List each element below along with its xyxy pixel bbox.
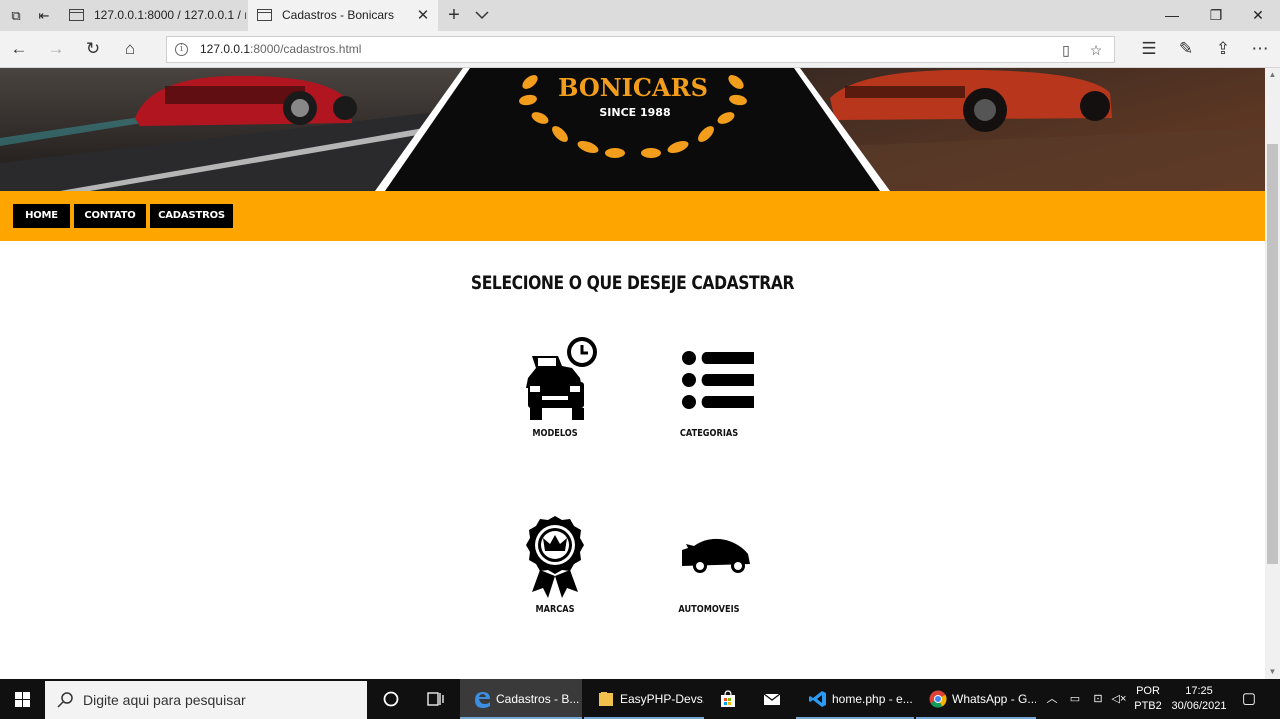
nav-home[interactable]: HOME [13,204,70,228]
taskbar-app-edge[interactable]: Cadastros - B... [460,679,582,719]
vscode-icon [809,691,826,707]
card-automoveis[interactable]: AUTOMOVEIS [649,514,769,615]
page-viewport: BONICARS SINCE 1988 HOME CONTATO CADASTR… [0,68,1265,679]
new-tab-icon[interactable]: + [443,2,465,28]
card-label: AUTOMOVEIS [678,604,740,615]
set-aside-tabs-icon[interactable]: ⇤ [34,6,54,26]
taskbar-search-input[interactable]: Digite aqui para pesquisar [45,681,367,719]
browser-nav-bar: ← → ↻ ⌂ i 127.0.0.1:8000/cadastros.html … [0,31,1280,68]
scroll-up-icon[interactable]: ▲ [1265,68,1280,82]
clock-time: 17:25 [1185,685,1213,697]
tray-chevron-up-icon[interactable]: ︿ [1042,679,1062,719]
card-categorias[interactable]: CATEGORIAS [649,336,769,439]
refresh-icon[interactable]: ↻ [81,38,105,60]
chrome-icon [929,690,947,708]
page-icon [257,9,272,21]
language-code: POR [1136,685,1160,697]
share-icon[interactable]: ⇪ [1211,38,1235,60]
cortana-button[interactable] [370,679,412,719]
volume-icon[interactable]: ◁× [1108,679,1130,719]
page-title: SELECIONE O QUE DESEJE CADASTRAR [470,272,795,294]
clock-date: 30/06/2021 [1171,700,1227,712]
back-icon[interactable]: ← [7,38,31,60]
badge-crown-icon [526,516,584,598]
app-label: EasyPHP-Devs... [620,692,704,706]
page-scrollbar[interactable]: ▲ ▼ [1265,68,1280,679]
card-label: MARCAS [535,604,575,615]
pen-icon[interactable]: ✎ [1174,38,1198,60]
clock[interactable]: 17:25 30/06/2021 [1166,679,1232,719]
brand-name: BONICARS [558,73,708,102]
taskbar-app-explorer[interactable]: EasyPHP-Devs... [584,679,704,719]
taskbar-app-mail[interactable] [750,679,794,719]
keyboard-layout: PTB2 [1134,700,1162,712]
url-text: 127.0.0.1:8000/cadastros.html [200,42,362,56]
edge-icon [475,692,490,708]
tab-phpmyadmin[interactable]: 127.0.0.1:8000 / 127.0.0.1 / ı [60,0,246,31]
browser-tab-bar: ⧉ ⇤ 127.0.0.1:8000 / 127.0.0.1 / ı Cadas… [0,0,1280,31]
taskbar-app-vscode[interactable]: home.php - e... [796,679,914,719]
more-icon[interactable]: ⋯ [1248,38,1272,60]
card-modelos[interactable]: MODELOS [495,336,615,439]
address-bar[interactable]: i 127.0.0.1:8000/cadastros.html ▯ ☆ [166,36,1115,63]
nav-contato[interactable]: CONTATO [74,204,146,228]
language-indicator[interactable]: POR PTB2 [1132,679,1164,719]
main-nav: HOME CONTATO CADASTROS [0,191,1265,241]
search-icon [57,692,73,708]
reading-view-icon[interactable]: ▯ [1057,41,1075,59]
mail-icon [763,693,781,705]
folder-icon [599,692,613,706]
card-marcas[interactable]: MARCAS [495,514,615,615]
card-label: CATEGORIAS [679,428,739,439]
tab-actions-icon[interactable]: ⧉ [6,6,26,26]
app-label: WhatsApp - G... [952,692,1036,706]
brand-since: SINCE 1988 [599,106,670,119]
sports-car-icon [682,538,750,573]
page-icon [69,9,84,21]
taskbar-app-chrome[interactable]: WhatsApp - G... [916,679,1036,719]
search-placeholder: Digite aqui para pesquisar [83,692,246,708]
minimize-icon[interactable]: — [1150,0,1194,31]
car-clock-icon [526,336,599,420]
chevron-down-icon[interactable] [472,4,492,26]
tab-title: Cadastros - Bonicars [282,8,395,22]
task-view-button[interactable] [414,679,456,719]
windows-start-icon[interactable] [0,679,45,719]
app-label: home.php - e... [832,692,913,706]
banner-art: BONICARS SINCE 1988 [0,68,1265,191]
hero-banner: BONICARS SINCE 1988 [0,68,1265,191]
tab-cadastros[interactable]: Cadastros - Bonicars ✕ [248,0,438,31]
cortana-circle-icon [383,691,399,707]
close-window-icon[interactable]: ✕ [1236,0,1280,31]
home-icon[interactable]: ⌂ [118,38,142,60]
card-label: MODELOS [532,428,578,439]
info-icon[interactable]: i [175,43,188,56]
scroll-down-icon[interactable]: ▼ [1265,665,1280,679]
network-icon[interactable]: ⊡ [1088,679,1108,719]
notifications-icon[interactable]: ▢ [1236,679,1262,719]
windows-taskbar: Digite aqui para pesquisar Cadastros - B… [0,679,1280,719]
favorites-list-icon[interactable]: ☰ [1137,38,1161,60]
forward-icon[interactable]: → [44,38,68,60]
tab-title: 127.0.0.1:8000 / 127.0.0.1 / ı [94,8,246,22]
taskbar-app-store[interactable] [706,679,750,719]
nav-cadastros[interactable]: CADASTROS [150,204,233,228]
task-view-icon [427,692,444,706]
list-icon [682,351,754,409]
restore-icon[interactable]: ❐ [1194,0,1238,31]
close-tab-icon[interactable]: ✕ [414,0,432,31]
app-label: Cadastros - B... [496,692,580,706]
favorite-star-icon[interactable]: ☆ [1087,41,1105,59]
scroll-thumb[interactable] [1267,144,1278,564]
battery-icon[interactable]: ▭ [1064,679,1086,719]
store-icon [721,690,735,707]
